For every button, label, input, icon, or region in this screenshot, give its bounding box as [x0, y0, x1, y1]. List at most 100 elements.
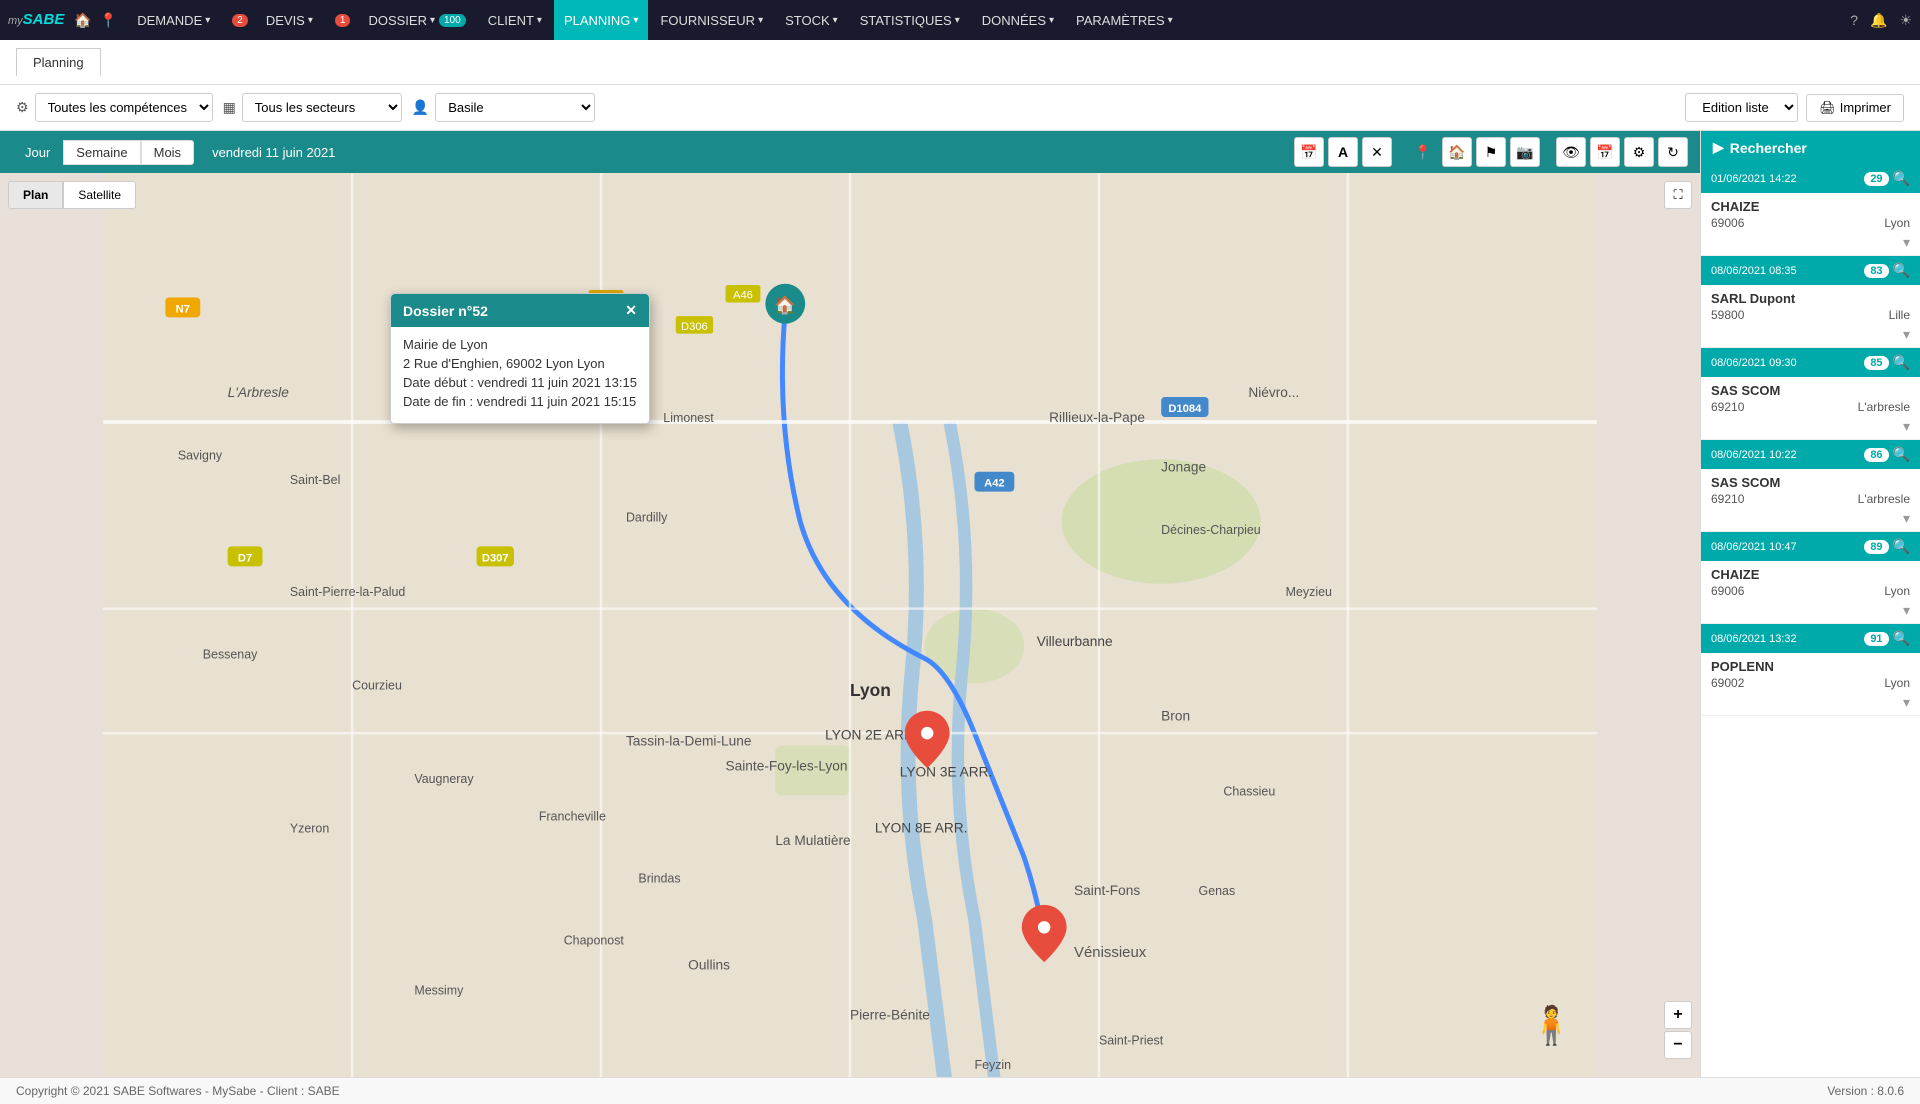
svg-text:🏠: 🏠: [774, 295, 796, 315]
sidebar-card-5-postal: 69006: [1711, 584, 1744, 598]
printer-icon: 🖨: [1819, 100, 1836, 116]
sidebar-card-6-num: 91: [1864, 632, 1888, 646]
date-label: vendredi 11 juin 2021: [212, 145, 335, 160]
sidebar-card-3-postal: 69210: [1711, 400, 1744, 414]
svg-text:Francheville: Francheville: [539, 809, 606, 823]
nav-badge-1[interactable]: 1: [325, 0, 357, 40]
sidebar-card-6-search-btn[interactable]: 🔍: [1893, 630, 1910, 647]
flag-icon-btn[interactable]: ⚑: [1476, 137, 1506, 167]
sidebar-card-2-header[interactable]: 08/06/2021 08:35 83 🔍: [1701, 256, 1920, 285]
google-logo: Google: [8, 1075, 49, 1077]
nav-badge-2[interactable]: 2: [222, 0, 254, 40]
svg-text:Vaugneray: Vaugneray: [414, 772, 474, 786]
svg-text:D7: D7: [238, 552, 252, 564]
map-background: N7 A89 A42 D1084 D307 D7 L'Arbresle Savi…: [0, 173, 1700, 1077]
page-header: Planning: [0, 40, 1920, 85]
nav-item-demande[interactable]: DEMANDE ▾: [127, 0, 220, 40]
eye-icon-btn[interactable]: 👁: [1556, 137, 1586, 167]
view-tab-jour[interactable]: Jour: [12, 140, 63, 165]
sidebar-card-4-header[interactable]: 08/06/2021 10:22 86 🔍: [1701, 440, 1920, 469]
home-icon[interactable]: 🏠: [74, 12, 91, 29]
svg-text:Bessenay: Bessenay: [203, 647, 258, 661]
svg-text:Tassin-la-Demi-Lune: Tassin-la-Demi-Lune: [626, 734, 752, 749]
sidebar-card-1-info: 69006 Lyon: [1711, 216, 1910, 230]
toolbar: ⚙ Toutes les compétences ▦ Tous les sect…: [0, 85, 1920, 131]
fullscreen-btn[interactable]: ⛶: [1664, 181, 1692, 209]
sidebar-card-4-num: 86: [1864, 448, 1888, 462]
calendar-icon-btn[interactable]: 📅: [1294, 137, 1324, 167]
plan-view-btn[interactable]: Plan: [8, 181, 63, 209]
nav-item-devis[interactable]: DEVIS ▾: [256, 0, 323, 40]
nav-item-statistiques[interactable]: STATISTIQUES ▾: [850, 0, 970, 40]
sidebar-card-5-header[interactable]: 08/06/2021 10:47 89 🔍: [1701, 532, 1920, 561]
sidebar-card-6: 08/06/2021 13:32 91 🔍 POPLENN 69002 Lyon…: [1701, 624, 1920, 716]
svg-text:Savigny: Savigny: [178, 448, 223, 462]
filter-competences: ⚙ Toutes les compétences: [16, 93, 213, 122]
zoom-out-btn[interactable]: −: [1664, 1031, 1692, 1059]
sidebar-card-4-search-btn[interactable]: 🔍: [1893, 446, 1910, 463]
nav-item-planning[interactable]: PLANNING ▾: [554, 0, 649, 40]
sidebar-card-6-header[interactable]: 08/06/2021 13:32 91 🔍: [1701, 624, 1920, 653]
sidebar-card-4-expand-btn[interactable]: ▾: [1701, 510, 1920, 531]
sidebar-card-1-postal: 69006: [1711, 216, 1744, 230]
nav-item-donnees[interactable]: DONNÉES ▾: [972, 0, 1064, 40]
nav-item-dossier[interactable]: DOSSIER ▾ 100: [358, 0, 475, 40]
sidebar-card-2-body: SARL Dupont 59800 Lille: [1701, 285, 1920, 326]
home-marker-btn[interactable]: 🏠: [1442, 137, 1472, 167]
user-select[interactable]: Basile: [435, 93, 595, 122]
sidebar-card-4-postal: 69210: [1711, 492, 1744, 506]
cal2-icon-btn[interactable]: 📅: [1590, 137, 1620, 167]
sidebar-card-2-search-btn[interactable]: 🔍: [1893, 262, 1910, 279]
competences-select[interactable]: Toutes les compétences: [35, 93, 213, 122]
svg-text:N7: N7: [176, 303, 190, 315]
search-arrow-icon: ▶: [1713, 139, 1724, 156]
camera-icon-btn[interactable]: 📷: [1510, 137, 1540, 167]
sidebar-card-1-expand-btn[interactable]: ▾: [1701, 234, 1920, 255]
sidebar-card-6-name: POPLENN: [1711, 659, 1910, 674]
notification-icon[interactable]: 🔔: [1870, 12, 1887, 29]
sidebar-card-2-expand-btn[interactable]: ▾: [1701, 326, 1920, 347]
filter-secteurs: ▦ Tous les secteurs: [223, 93, 402, 122]
sidebar-card-3-header[interactable]: 08/06/2021 09:30 85 🔍: [1701, 348, 1920, 377]
marker-icon-btn[interactable]: 📍: [1408, 137, 1438, 167]
grid-icon: ▦: [223, 99, 236, 116]
svg-text:Saint-Bel: Saint-Bel: [290, 473, 340, 487]
sidebar-card-1-name: CHAIZE: [1711, 199, 1910, 214]
user-icon[interactable]: ☀: [1899, 12, 1912, 29]
sidebar-card-1-search-btn[interactable]: 🔍: [1893, 170, 1910, 187]
satellite-view-btn[interactable]: Satellite: [63, 181, 136, 209]
sidebar-card-5-expand-btn[interactable]: ▾: [1701, 602, 1920, 623]
sidebar-card-1-body: CHAIZE 69006 Lyon: [1701, 193, 1920, 234]
print-button[interactable]: 🖨 Imprimer: [1806, 94, 1904, 122]
view-tabs: Jour Semaine Mois: [12, 140, 194, 165]
nav-item-stock[interactable]: STOCK ▾: [775, 0, 848, 40]
help-icon[interactable]: ?: [1850, 12, 1858, 28]
nav-item-client[interactable]: CLIENT ▾: [478, 0, 552, 40]
close-icon-btn[interactable]: ✕: [1362, 137, 1392, 167]
nav-item-parametres[interactable]: PARAMÈTRES ▾: [1066, 0, 1183, 40]
location-icon[interactable]: 📍: [100, 12, 117, 29]
popup-close-btn[interactable]: ✕: [625, 302, 637, 319]
sidebar-card-3-expand-btn[interactable]: ▾: [1701, 418, 1920, 439]
sidebar-card-6-expand-btn[interactable]: ▾: [1701, 694, 1920, 715]
zoom-in-btn[interactable]: +: [1664, 1001, 1692, 1029]
sidebar-card-3-search-btn[interactable]: 🔍: [1893, 354, 1910, 371]
edition-select[interactable]: Edition liste: [1685, 93, 1798, 122]
svg-text:Décines-Charpieu: Décines-Charpieu: [1161, 523, 1261, 537]
svg-text:Meyzieu: Meyzieu: [1286, 585, 1332, 599]
sidebar-card-5-search-btn[interactable]: 🔍: [1893, 538, 1910, 555]
sidebar-card-5: 08/06/2021 10:47 89 🔍 CHAIZE 69006 Lyon …: [1701, 532, 1920, 624]
view-tab-semaine[interactable]: Semaine: [63, 140, 140, 165]
sidebar-card-1-header[interactable]: 01/06/2021 14:22 29 🔍: [1701, 164, 1920, 193]
refresh-icon-btn[interactable]: ↻: [1658, 137, 1688, 167]
gear-icon-btn[interactable]: ⚙: [1624, 137, 1654, 167]
sidebar-card-2-postal: 59800: [1711, 308, 1744, 322]
sidebar-card-6-city: Lyon: [1884, 676, 1910, 690]
toolbar-right: Edition liste 🖨 Imprimer: [1685, 93, 1904, 122]
svg-text:Chaponost: Chaponost: [564, 934, 625, 948]
app-logo[interactable]: mySABE: [8, 11, 64, 29]
text-icon-btn[interactable]: A: [1328, 137, 1358, 167]
nav-item-fournisseur[interactable]: FOURNISSEUR ▾: [650, 0, 773, 40]
secteurs-select[interactable]: Tous les secteurs: [242, 93, 402, 122]
view-tab-mois[interactable]: Mois: [141, 140, 194, 165]
